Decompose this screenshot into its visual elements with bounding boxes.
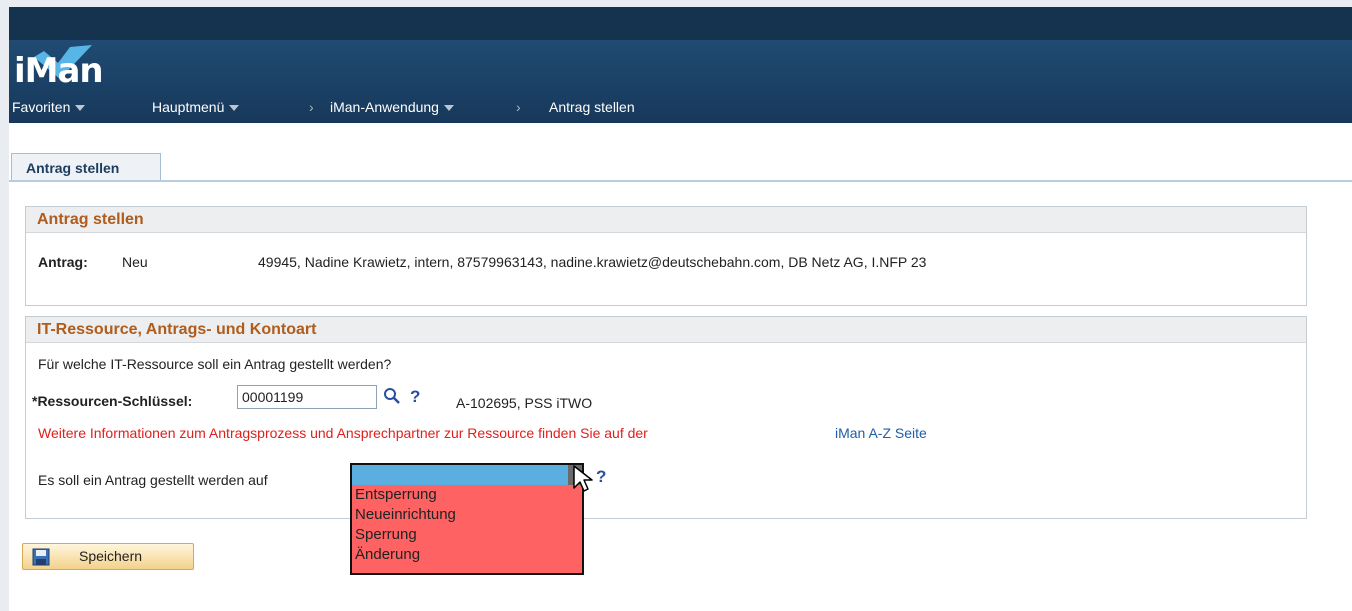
- resource-key-input[interactable]: [237, 385, 377, 409]
- nav-antrag-stellen[interactable]: Antrag stellen: [549, 96, 635, 118]
- iman-logo[interactable]: iMan: [14, 43, 144, 91]
- save-disk-icon: [32, 548, 50, 566]
- main-nav: Favoriten Hauptmenü › iMan-Anwendung › A…: [9, 96, 909, 118]
- person-info: 49945, Nadine Krawietz, intern, 87579963…: [258, 254, 927, 270]
- dropdown-selected-value[interactable]: [352, 465, 582, 485]
- dropdown-option-aenderung[interactable]: Änderung: [352, 545, 582, 565]
- tab-antrag-stellen[interactable]: Antrag stellen: [11, 153, 161, 182]
- antrag-section-title: Antrag stellen: [26, 207, 1306, 233]
- nav-iman-anwendung-label: iMan-Anwendung: [330, 99, 439, 115]
- resource-description: A-102695, PSS iTWO: [456, 395, 593, 411]
- antrag-label: Antrag:: [38, 254, 88, 270]
- top-bar: [9, 7, 1352, 40]
- save-button-label: Speichern: [79, 548, 143, 564]
- request-type-help-icon[interactable]: ?: [596, 467, 606, 487]
- breadcrumb-chevron-icon: ›: [516, 99, 521, 115]
- nav-favoriten[interactable]: Favoriten: [12, 96, 86, 118]
- page: iMan Favoriten Hauptmenü › iMan-Anwendun…: [9, 7, 1352, 611]
- mouse-pointer-icon: [573, 465, 593, 492]
- antrag-section: Antrag stellen Antrag: Neu 49945, Nadine…: [25, 206, 1307, 306]
- request-type-dropdown[interactable]: Entsperrung Neueinrichtung Sperrung Ände…: [350, 463, 584, 575]
- lookup-search-icon[interactable]: [383, 387, 401, 408]
- resource-key-label: *Ressourcen-Schlüssel:: [32, 393, 193, 409]
- dropdown-triangle-icon: [443, 105, 454, 112]
- dropdown-option-sperrung[interactable]: Sperrung: [352, 525, 582, 545]
- tab-divider: [9, 180, 1352, 182]
- nav-iman-anwendung[interactable]: iMan-Anwendung: [330, 96, 454, 118]
- header-bar: iMan Favoriten Hauptmenü › iMan-Anwendun…: [9, 40, 1352, 123]
- dropdown-triangle-icon: [229, 105, 240, 112]
- nav-hauptmenu-label: Hauptmenü: [152, 99, 225, 115]
- save-button[interactable]: Speichern: [22, 543, 194, 570]
- nav-favoriten-label: Favoriten: [12, 99, 71, 115]
- dropdown-option-neueinrichtung[interactable]: Neueinrichtung: [352, 505, 582, 525]
- logo-text: iMan: [14, 51, 104, 91]
- antrag-value: Neu: [122, 254, 148, 270]
- breadcrumb-chevron-icon: ›: [309, 99, 314, 115]
- iman-az-link[interactable]: iMan A-Z Seite: [835, 425, 927, 441]
- resource-section-title: IT-Ressource, Antrags- und Kontoart: [26, 317, 1306, 343]
- nav-hauptmenu[interactable]: Hauptmenü: [152, 96, 240, 118]
- resource-section: IT-Ressource, Antrags- und Kontoart Für …: [25, 316, 1307, 519]
- dropdown-option-entsperrung[interactable]: Entsperrung: [352, 485, 582, 505]
- request-type-label: Es soll ein Antrag gestellt werden auf: [38, 472, 268, 488]
- resource-question: Für welche IT-Ressource soll ein Antrag …: [38, 356, 392, 372]
- resource-help-icon[interactable]: ?: [410, 387, 420, 407]
- dropdown-triangle-icon: [75, 105, 86, 112]
- info-text: Weitere Informationen zum Antragsprozess…: [38, 425, 648, 441]
